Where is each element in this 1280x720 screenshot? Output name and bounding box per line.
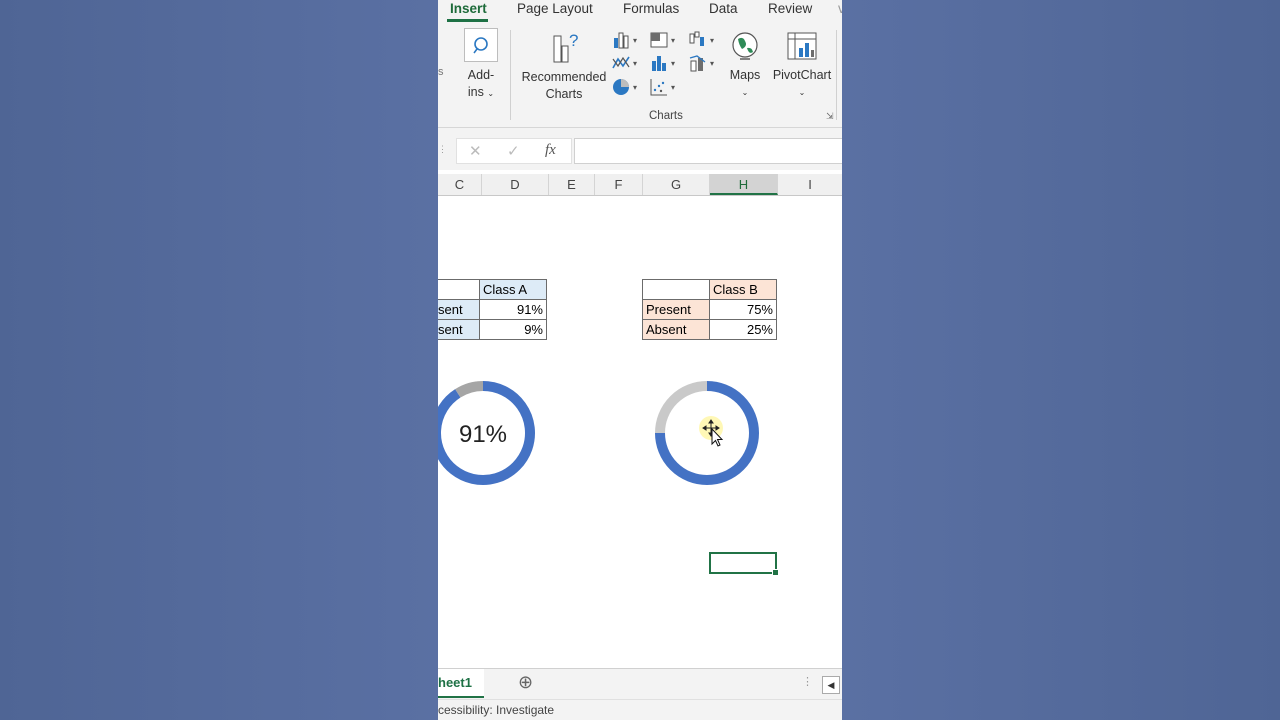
waterfall-chart-icon[interactable] [688,30,708,50]
pivotchart-label: PivotChart [772,68,832,82]
add-sheet-button[interactable]: ⊕ [518,672,533,693]
tab-insert[interactable]: Insert [450,0,487,20]
tab-formulas[interactable]: Formulas [623,0,679,20]
chevron-down-icon: ⌄ [798,88,806,97]
addins-button[interactable]: Add- ins ⌄ [462,28,500,102]
donut-chart-class-a[interactable]: 91% [438,376,538,490]
sheet-tab-bar: heet1 ⊕ ⋮ ◀ [438,668,842,699]
addins-icon [464,28,498,62]
chevron-down-icon[interactable]: ▾ [710,36,714,45]
formula-buttons-box: ✕ ✓ fx [456,138,572,164]
table-cell[interactable] [642,279,710,300]
formula-bar: ⋮ ✕ ✓ fx [438,128,842,170]
selected-cell[interactable] [709,552,779,576]
group-separator [510,30,511,120]
column-header-h[interactable]: H [710,174,778,195]
donut-a-center-label: 91% [459,421,507,448]
active-tab-indicator [447,19,488,22]
globe-icon [732,32,758,60]
class-a-table: Class A sent 91% sent 9% [438,279,547,340]
class-b-row-label[interactable]: Absent [642,319,710,340]
column-chart-icon[interactable] [611,30,631,50]
statistic-chart-icon[interactable] [649,53,669,73]
tab-overflow: v [838,1,842,16]
addins-label-2-row: ins ⌄ [462,84,500,102]
chevron-down-icon[interactable]: ▾ [710,59,714,68]
formula-input[interactable] [574,138,842,164]
class-b-row-value[interactable]: 25% [709,319,777,340]
fill-handle[interactable] [772,569,779,576]
class-a-row-value[interactable]: 91% [479,299,547,320]
insert-function-button[interactable]: fx [545,142,556,159]
column-header-e[interactable]: E [549,174,595,195]
move-cursor-icon [699,416,724,447]
scatter-chart-icon[interactable] [649,77,669,97]
recommended-charts-icon: ? [553,31,578,63]
group-separator [836,30,837,120]
tab-review[interactable]: Review [768,0,812,20]
recommended-label-2: Charts [545,87,583,101]
tab-page-layout[interactable]: Page Layout [517,0,593,20]
pivotchart-button[interactable]: PivotChart ⌄ [768,30,836,101]
class-b-header[interactable]: Class B [709,279,777,300]
svg-text:?: ? [569,31,578,50]
maps-button[interactable]: Maps ⌄ [725,30,765,101]
status-bar: cessibility: Investigate [438,699,842,720]
combo-chart-icon[interactable] [688,53,708,73]
clipped-group-edge: s [438,66,444,78]
pivotchart-icon [787,32,817,60]
column-header-g[interactable]: G [643,174,710,195]
class-a-header[interactable]: Class A [479,279,547,300]
donut-slice-absent[interactable] [455,381,484,398]
recommended-label-1: Recommended [521,70,607,84]
chevron-down-icon: ⌄ [741,88,749,97]
chevron-down-icon[interactable]: ▾ [633,83,637,92]
dialog-launcher-icon[interactable]: ⇲ [826,111,834,122]
class-b-row-value[interactable]: 75% [709,299,777,320]
class-b-table: Class B Present 75% Absent 25% [642,279,777,340]
tab-data[interactable]: Data [709,0,738,20]
chevron-down-icon[interactable]: ▾ [633,36,637,45]
video-background-left [0,0,438,720]
column-header-c[interactable]: C [438,174,482,195]
worksheet-grid[interactable]: Class A sent 91% sent 9% Class B Present… [438,196,842,668]
class-a-row-value[interactable]: 9% [479,319,547,340]
tab-split-handle[interactable]: ⋮ [802,675,813,688]
namebox-resize-handle[interactable]: ⋮ [438,144,447,155]
charts-group-label: Charts [649,110,683,122]
sheet-tab-sheet1[interactable]: heet1 [438,669,484,698]
cancel-button[interactable]: ✕ [469,142,482,160]
chevron-down-icon[interactable]: ▾ [671,59,675,68]
chevron-down-icon[interactable]: ▾ [671,36,675,45]
class-b-row-label[interactable]: Present [642,299,710,320]
chevron-down-icon[interactable]: ▾ [633,59,637,68]
pie-chart-icon[interactable] [611,77,631,97]
table-cell[interactable] [438,279,480,300]
enter-button[interactable]: ✓ [507,142,520,160]
addins-label-1: Add- [467,68,495,82]
excel-window: Insert Page Layout Formulas Data Review … [438,0,842,720]
video-background-right [842,0,1280,720]
recommended-charts-button[interactable]: ? Recommended Charts [520,30,608,103]
accessibility-status[interactable]: cessibility: Investigate [438,703,554,717]
column-header-i[interactable]: I [778,174,842,195]
line-chart-icon[interactable] [611,53,631,73]
class-a-row-label[interactable]: sent [438,299,480,320]
ribbon: Insert Page Layout Formulas Data Review … [438,0,842,128]
chevron-down-icon[interactable]: ▾ [671,83,675,92]
hierarchy-chart-icon[interactable] [649,30,669,50]
addins-label-2: ins [467,85,484,99]
chevron-down-icon: ⌄ [487,89,495,98]
column-headers: C D E F G H I [438,174,842,196]
maps-label: Maps [729,68,761,82]
scroll-left-button[interactable]: ◀ [822,676,840,694]
column-header-d[interactable]: D [482,174,549,195]
column-header-f[interactable]: F [595,174,643,195]
class-a-row-label[interactable]: sent [438,319,480,340]
